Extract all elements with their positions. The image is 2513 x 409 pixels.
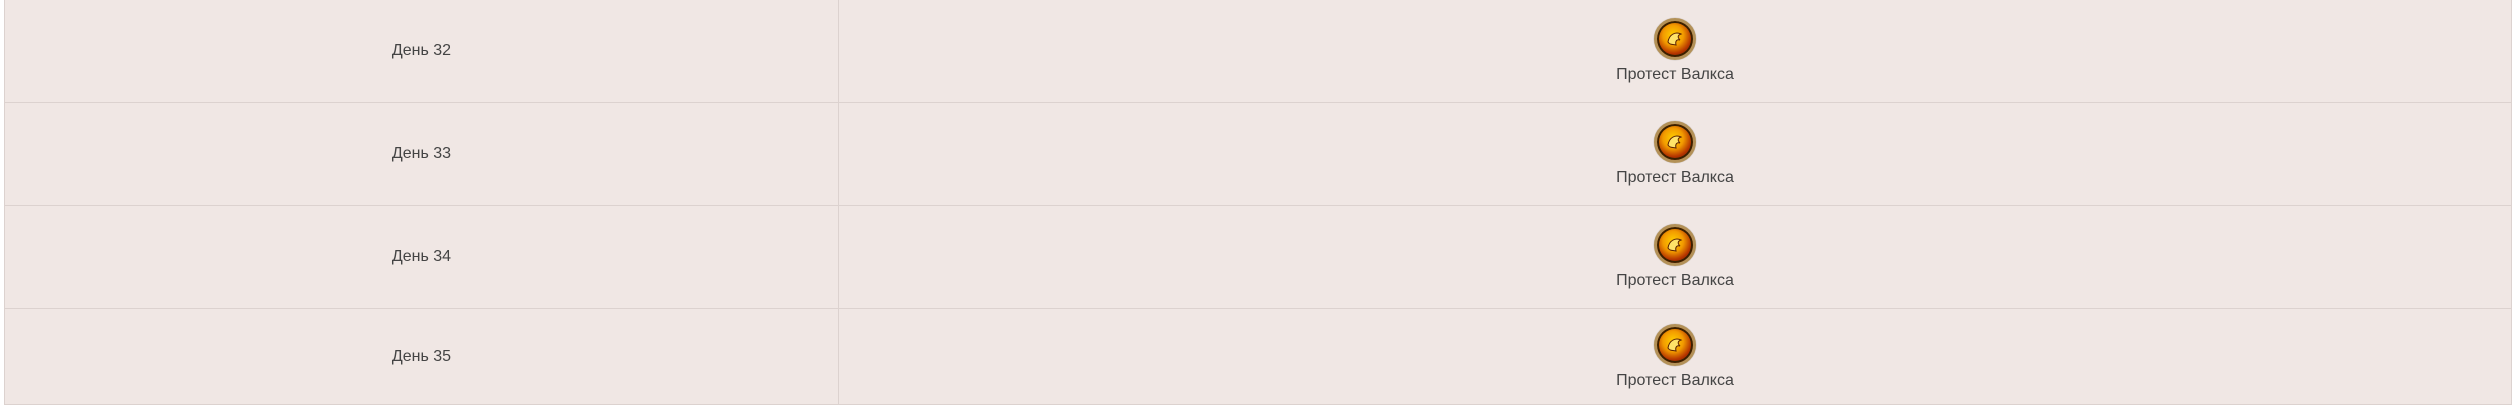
reward-cell: Протест Валкса	[839, 0, 2511, 102]
valks-protest-glyph	[1667, 32, 1683, 46]
day-label: День 32	[391, 42, 452, 59]
table-row: День 33 Протест Валкса	[5, 103, 2511, 206]
reward-name: Протест Валкса	[1616, 169, 1734, 186]
valks-protest-icon[interactable]	[1654, 18, 1696, 60]
table-row: День 32 Протест Валкса	[5, 0, 2511, 103]
table-row: День 34 Протест Валкса	[5, 206, 2511, 309]
day-label: День 35	[391, 348, 452, 365]
day-label: День 34	[391, 248, 452, 265]
reward-cell: Протест Валкса	[839, 103, 2511, 205]
reward-name: Протест Валкса	[1616, 66, 1734, 83]
reward-name: Протест Валкса	[1616, 372, 1734, 389]
valks-protest-icon[interactable]	[1654, 224, 1696, 266]
reward-cell: Протест Валкса	[839, 206, 2511, 308]
valks-protest-glyph	[1667, 238, 1683, 252]
table-row: День 35 Протест Валкса	[5, 309, 2511, 405]
valks-protest-icon[interactable]	[1654, 324, 1696, 366]
reward-name: Протест Валкса	[1616, 272, 1734, 289]
day-cell: День 34	[5, 206, 839, 308]
day-cell: День 35	[5, 309, 839, 405]
reward-cell: Протест Валкса	[839, 309, 2511, 405]
valks-protest-glyph	[1667, 135, 1683, 149]
valks-protest-glyph	[1667, 338, 1683, 352]
valks-protest-icon[interactable]	[1654, 121, 1696, 163]
day-cell: День 33	[5, 103, 839, 205]
rewards-table: День 32 Протест Валкса День 33 Протест В…	[4, 0, 2512, 405]
day-label: День 33	[391, 145, 452, 162]
day-cell: День 32	[5, 0, 839, 102]
